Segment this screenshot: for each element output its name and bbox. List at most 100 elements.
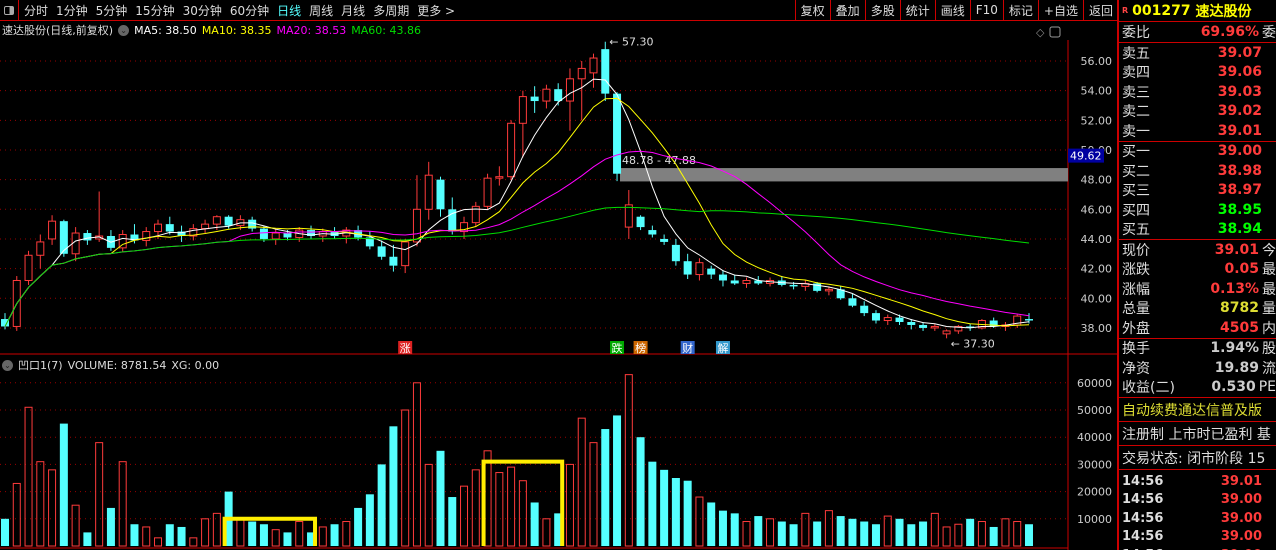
weibi-extra: 委 — [1262, 25, 1276, 41]
row-label: 现价 — [1122, 242, 1150, 259]
tick-time: 14:56 — [1122, 510, 1164, 526]
candle-body — [577, 67, 586, 80]
candle-body — [271, 232, 280, 240]
volume-bar — [248, 521, 257, 546]
volume-bar — [448, 497, 457, 546]
ma5-line — [4, 78, 1030, 329]
candle-body — [389, 256, 398, 266]
volume-bar — [460, 485, 469, 547]
volume-bar — [48, 469, 57, 547]
price-tick: 48.00 — [1081, 174, 1113, 187]
row-value: 39.01 — [1214, 241, 1259, 258]
row-value: 38.94 — [1217, 221, 1262, 238]
candle-body — [636, 216, 645, 228]
tick-time: 14:56 — [1122, 529, 1164, 545]
row-value: 39.07 — [1217, 44, 1262, 61]
row-label: 卖一 — [1122, 123, 1150, 140]
stats2-row: 净资 19.89 流 — [1119, 358, 1276, 378]
volume-bar — [71, 504, 80, 547]
candle-body — [883, 317, 892, 322]
candle-body — [860, 305, 869, 314]
row-label: 买三 — [1122, 183, 1150, 200]
asks-row: 卖四 39.06 — [1119, 63, 1276, 83]
volume-bar — [142, 526, 151, 547]
volume-bar — [895, 518, 904, 546]
volume-bar — [613, 415, 622, 546]
panel-icon — [1049, 26, 1061, 38]
row-value: 38.95 — [1217, 201, 1262, 218]
cursor-price: 49.62 — [1070, 150, 1102, 163]
row-label: 收益(二) — [1122, 380, 1175, 397]
candle-body — [542, 88, 551, 102]
candle-body — [401, 241, 410, 267]
info-banner[interactable]: 注册制 上市时已盈利 基 — [1119, 421, 1276, 445]
candle-body — [530, 96, 539, 102]
row-value: 39.00 — [1217, 143, 1262, 160]
volume-bar — [377, 464, 386, 546]
volume-bar — [365, 494, 374, 546]
candle-body — [59, 221, 68, 254]
volume-bar — [754, 516, 763, 546]
candle-body — [48, 220, 57, 240]
asks-row: 卖三 39.03 — [1119, 82, 1276, 102]
price-tick: 46.00 — [1081, 203, 1113, 216]
weibi-row: 委比 69.96% 委 — [1119, 21, 1276, 43]
tick-row: 14:56 39.00 — [1119, 528, 1276, 547]
event-mark-text[interactable]: 财 — [682, 341, 693, 355]
stats-row: 现价 39.01 今 — [1119, 240, 1276, 260]
volume-tick: 40000 — [1077, 431, 1112, 444]
price-tick: 56.00 — [1081, 55, 1113, 68]
volume-bar — [212, 512, 221, 547]
volume-bar — [518, 480, 527, 547]
event-mark-text[interactable]: 涨 — [400, 342, 411, 355]
candle-body — [165, 224, 174, 232]
weibi-value: 69.96% — [1200, 24, 1259, 40]
candle-body — [554, 89, 563, 102]
volume-bar — [59, 423, 68, 546]
candle-body — [824, 288, 833, 292]
tick-price: 39.01 — [1220, 473, 1262, 489]
candle-body — [565, 78, 574, 102]
diamond-icon: ◇ — [1036, 26, 1045, 39]
stats2-row: 收益(二) 0.530 PE — [1119, 378, 1276, 398]
volume-bar — [966, 518, 975, 546]
volume-bar — [695, 496, 704, 547]
volume-bar — [577, 417, 586, 547]
volume-bar — [977, 521, 986, 547]
stats-row: 外盘 4505 内 — [1119, 318, 1276, 338]
low-label: ← 37.30 — [951, 337, 995, 350]
volume-bar — [648, 461, 657, 546]
row-label: 换手 — [1122, 341, 1150, 358]
volume-bar — [671, 478, 680, 546]
event-mark-text[interactable]: 榜 — [635, 341, 646, 355]
event-mark-text[interactable]: 跌 — [612, 341, 623, 355]
volume-bar — [283, 532, 292, 546]
volume-bar — [919, 521, 928, 546]
candle-body — [412, 208, 421, 243]
volume-bar — [930, 512, 939, 547]
volume-bar — [636, 437, 645, 546]
candle-body — [518, 96, 527, 124]
candle-body — [483, 177, 492, 207]
promo-banner[interactable]: 自动续费通达信普及版 — [1119, 397, 1276, 421]
volume-bar — [154, 537, 163, 547]
kline-chart[interactable]: 56.0054.0052.0050.0048.0046.0044.0042.00… — [0, 0, 1117, 550]
row-value: 0.05 — [1224, 261, 1259, 278]
price-tick: 42.00 — [1081, 263, 1113, 276]
candle-body — [154, 223, 163, 233]
volume-bar — [130, 524, 139, 546]
volume-bar — [1001, 518, 1010, 547]
candle-body — [83, 233, 92, 241]
event-mark-text[interactable]: 解 — [717, 341, 728, 355]
volume-bar — [295, 521, 304, 547]
volume-bar — [836, 516, 845, 546]
candle-body — [259, 228, 268, 239]
row-value: 0.13% — [1210, 280, 1259, 297]
volume-bar — [565, 463, 574, 547]
volume-bar — [542, 518, 551, 547]
row-value: 19.89 — [1214, 359, 1259, 376]
volume-bar — [118, 461, 127, 547]
row-label: 卖五 — [1122, 45, 1150, 62]
row-extra: PE — [1258, 379, 1276, 396]
row-extra: 流 — [1262, 360, 1276, 377]
